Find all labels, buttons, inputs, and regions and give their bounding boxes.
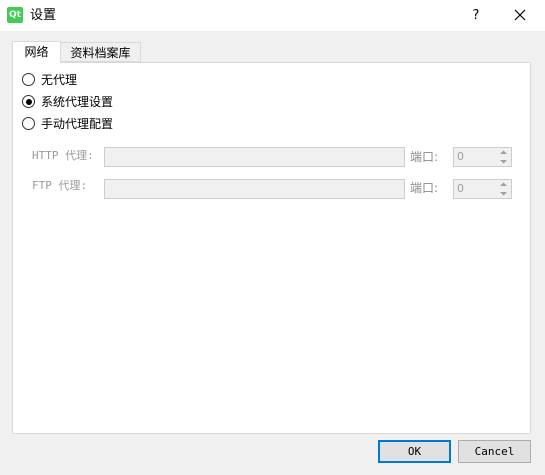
qt-logo-icon: Qt [7,7,23,23]
radio-label: 系统代理设置 [41,95,114,109]
network-tab-panel: 无代理 系统代理设置 手动代理配置 HTTP 代理: 端口: 0 FTP 代理:… [12,62,531,434]
dialog-body: 网络 资料档案库 无代理 系统代理设置 手动代理配置 HTTP 代理: 端口: … [0,31,545,475]
tab-repository[interactable]: 资料档案库 [61,42,141,62]
radio-label: 手动代理配置 [41,117,114,131]
http-port-value[interactable]: 0 [457,148,464,166]
close-button[interactable] [500,0,540,31]
help-button[interactable]: ? [462,0,490,31]
http-proxy-label: HTTP 代理: [32,149,94,162]
settings-dialog: Qt 设置 ? 网络 资料档案库 无代理 系统代理设置 手动代理配置 HTTP … [0,0,545,475]
ftp-proxy-label: FTP 代理: [32,179,88,192]
ftp-port-label: 端口: [410,181,439,195]
radio-button[interactable] [22,117,35,130]
ftp-port-value[interactable]: 0 [457,180,464,198]
radio-button-checked[interactable] [22,95,35,108]
chevron-up-icon [500,182,507,186]
spin-up-button[interactable] [496,180,511,189]
chevron-up-icon [500,150,507,154]
title-bar: Qt 设置 ? [0,0,545,31]
http-port-spinbox[interactable]: 0 [453,147,512,167]
radio-button[interactable] [22,73,35,86]
http-port-label: 端口: [410,150,439,164]
cancel-button[interactable]: Cancel [458,440,531,463]
chevron-down-icon [500,160,507,164]
spin-arrows [496,148,511,166]
http-proxy-input[interactable] [104,147,405,167]
spin-up-button[interactable] [496,148,511,157]
tab-network[interactable]: 网络 [12,41,61,63]
spin-down-button[interactable] [496,157,511,166]
ftp-port-spinbox[interactable]: 0 [453,179,512,199]
radio-label: 无代理 [41,73,78,87]
ftp-proxy-input[interactable] [104,179,405,199]
ok-button[interactable]: OK [378,440,451,463]
chevron-down-icon [500,192,507,196]
spin-arrows [496,180,511,198]
window-title: 设置 [30,8,57,23]
close-icon [514,9,526,21]
spin-down-button[interactable] [496,189,511,198]
